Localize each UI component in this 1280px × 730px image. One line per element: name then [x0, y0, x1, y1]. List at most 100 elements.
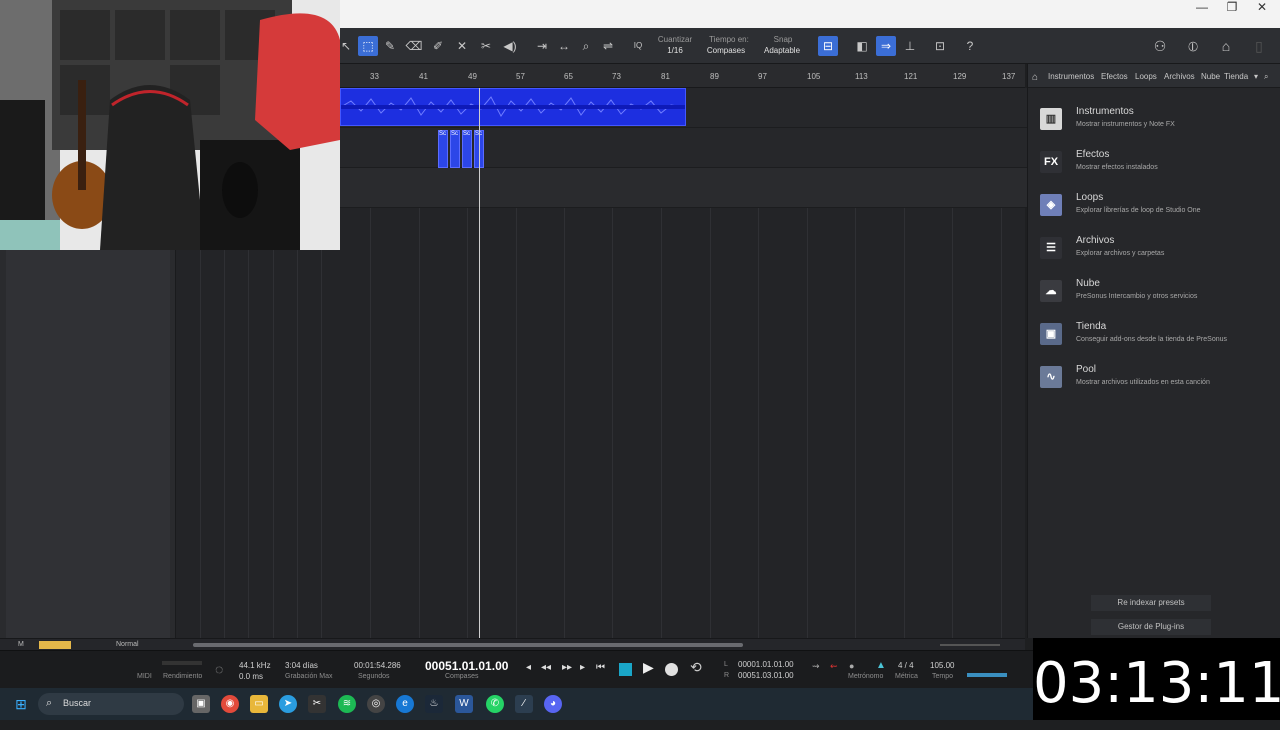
split-tool-icon[interactable]: ✂: [476, 36, 496, 56]
playhead[interactable]: [479, 88, 480, 638]
record-button[interactable]: [665, 663, 678, 676]
browser-item-title: Tienda: [1076, 321, 1107, 332]
track-list[interactable]: [6, 250, 170, 638]
autoscroll-icon[interactable]: ⇌: [598, 36, 618, 56]
track-color-swatch[interactable]: [39, 641, 71, 649]
panel-icon[interactable]: ▯: [1249, 36, 1269, 56]
precount-icon[interactable]: ⇜: [830, 661, 838, 672]
position-display[interactable]: 00051.01.01.00: [425, 659, 508, 673]
search-icon[interactable]: ⌕: [1264, 72, 1268, 82]
play-button[interactable]: ▶: [643, 659, 654, 676]
home-icon[interactable]: ⌂: [1216, 36, 1236, 56]
mute-tool-icon[interactable]: ✕: [452, 36, 472, 56]
chevron-down-icon[interactable]: ▾: [1254, 72, 1258, 81]
snap-select[interactable]: Adaptable: [760, 46, 804, 55]
paint-tool-icon[interactable]: ✐: [428, 36, 448, 56]
fast-forward-icon[interactable]: ▸▸: [562, 662, 572, 673]
spotify-icon[interactable]: ≋: [338, 695, 356, 713]
timeline-ruler[interactable]: 33 41 49 57 65 73 81 89 97 105 113 121 1…: [340, 64, 1025, 88]
mute-toggle[interactable]: M: [18, 641, 24, 648]
zoom-tool-icon[interactable]: ⌕: [576, 36, 596, 56]
bend-tool-icon[interactable]: ⇥: [532, 36, 552, 56]
ruler-number: 97: [758, 72, 767, 81]
browser-item-loops[interactable]: ◈ Loops Explorar librerías de loop de St…: [1040, 192, 1270, 228]
ruler-number: 33: [370, 72, 379, 81]
whatsapp-icon[interactable]: ✆: [486, 695, 504, 713]
range-tool-icon[interactable]: ⬚: [358, 36, 378, 56]
browser-home-icon[interactable]: ⌂: [1032, 72, 1038, 83]
rewind-start-icon[interactable]: ◂: [526, 662, 531, 673]
tab-efectos[interactable]: Efectos: [1101, 72, 1128, 81]
loop-icon[interactable]: ⟲: [690, 659, 702, 676]
discord-icon[interactable]: ◕: [544, 695, 562, 713]
taskbar-search[interactable]: ⌕ Buscar: [38, 693, 184, 715]
telegram-icon[interactable]: ➤: [279, 695, 297, 713]
browser-item-efectos[interactable]: FX Efectos Mostrar efectos instalados: [1040, 149, 1270, 185]
tempo-value[interactable]: 105.00: [930, 661, 954, 670]
arrange-footer: M Normal: [0, 638, 1025, 650]
browser-item-instrumentos[interactable]: ▥ Instrumentos Mostrar instrumentos y No…: [1040, 106, 1270, 142]
tab-loops[interactable]: Loops: [1135, 72, 1157, 81]
metronome-icon[interactable]: ▲: [876, 660, 886, 671]
event-clip[interactable]: Sc: [462, 130, 472, 168]
tab-nube[interactable]: Nube: [1201, 72, 1220, 81]
tab-archivos[interactable]: Archivos: [1164, 72, 1195, 81]
reindex-presets-button[interactable]: Re indexar presets: [1091, 595, 1211, 611]
file-explorer-icon[interactable]: ▭: [250, 695, 268, 713]
ruler-number: 113: [855, 72, 868, 81]
loop-start[interactable]: 00001.01.01.00: [738, 660, 794, 669]
marker-icon[interactable]: ⊥: [900, 36, 920, 56]
chrome-icon[interactable]: ◉: [221, 695, 239, 713]
seconds-display[interactable]: 00:01:54.286: [354, 661, 401, 670]
capcut-icon[interactable]: ✂: [308, 695, 326, 713]
click-icon[interactable]: ●: [849, 661, 854, 671]
master-volume-slider[interactable]: [967, 673, 1007, 677]
listen-tool-icon[interactable]: ◀): [500, 36, 520, 56]
plugin-manager-button[interactable]: Gestor de Plug-ins: [1091, 619, 1211, 635]
task-view-icon[interactable]: ▣: [192, 695, 210, 713]
browser-item-archivos[interactable]: ☰ Archivos Explorar archivos y carpetas: [1040, 235, 1270, 271]
steam-icon[interactable]: ♨: [425, 695, 443, 713]
follow-icon[interactable]: ⇒: [876, 36, 896, 56]
studio-one-icon[interactable]: ∕: [515, 695, 533, 713]
forward-end-icon[interactable]: ▸: [580, 662, 585, 673]
tab-instrumentos[interactable]: Instrumentos: [1048, 72, 1094, 81]
stretch-tool-icon[interactable]: ↔: [554, 36, 574, 56]
track-list-panel: [0, 250, 176, 638]
return-to-zero-icon[interactable]: ⏮: [596, 662, 605, 673]
rewind-icon[interactable]: ◂◂: [541, 662, 551, 673]
minimize-button[interactable]: —: [1186, 0, 1218, 28]
zoom-slider[interactable]: [940, 644, 1000, 646]
time-signature[interactable]: 4 / 4: [898, 661, 914, 670]
event-clip[interactable]: Sc: [450, 130, 460, 168]
target-icon[interactable]: ⊡: [930, 36, 950, 56]
browser-item-pool[interactable]: ∿ Pool Mostrar archivos utilizados en es…: [1040, 364, 1270, 400]
iq-button[interactable]: IQ: [628, 36, 648, 56]
windows-start-icon[interactable]: ⊞: [12, 695, 30, 713]
snap-toggle-icon[interactable]: ⊟: [818, 36, 838, 56]
restore-button[interactable]: ❐: [1216, 0, 1248, 28]
horizontal-scrollbar[interactable]: [193, 643, 743, 647]
edge-icon[interactable]: e: [396, 695, 414, 713]
quantize-select[interactable]: 1/16: [655, 46, 695, 55]
browser-item-nube[interactable]: ☁ Nube PreSonus Intercambio y otros serv…: [1040, 278, 1270, 314]
browser-item-tienda[interactable]: ▣ Tienda Conseguir add-ons desde la tien…: [1040, 321, 1270, 357]
loop-bracket-icon[interactable]: ◧: [852, 36, 872, 56]
word-icon[interactable]: W: [455, 695, 473, 713]
loop-end[interactable]: 00051.03.01.00: [738, 671, 794, 680]
punch-icon[interactable]: ⇝: [812, 661, 820, 672]
obs-icon[interactable]: ◎: [367, 695, 385, 713]
mixer-icon[interactable]: ⦶: [1183, 36, 1203, 56]
timebase-select[interactable]: Compases: [704, 46, 748, 55]
user-icon[interactable]: ⚇: [1150, 36, 1170, 56]
help-button[interactable]: ?: [960, 36, 980, 56]
track-mode-select[interactable]: Normal: [116, 641, 139, 648]
eraser-tool-icon[interactable]: ⌫: [404, 36, 424, 56]
close-button[interactable]: ✕: [1246, 0, 1278, 28]
audio-clip[interactable]: [340, 88, 686, 126]
browser-item-subtitle: Explorar librerías de loop de Studio One: [1076, 207, 1201, 214]
tab-tienda[interactable]: Tienda: [1224, 72, 1248, 81]
stop-button[interactable]: [619, 663, 632, 676]
pencil-tool-icon[interactable]: ✎: [380, 36, 400, 56]
event-clip[interactable]: Sc: [438, 130, 448, 168]
